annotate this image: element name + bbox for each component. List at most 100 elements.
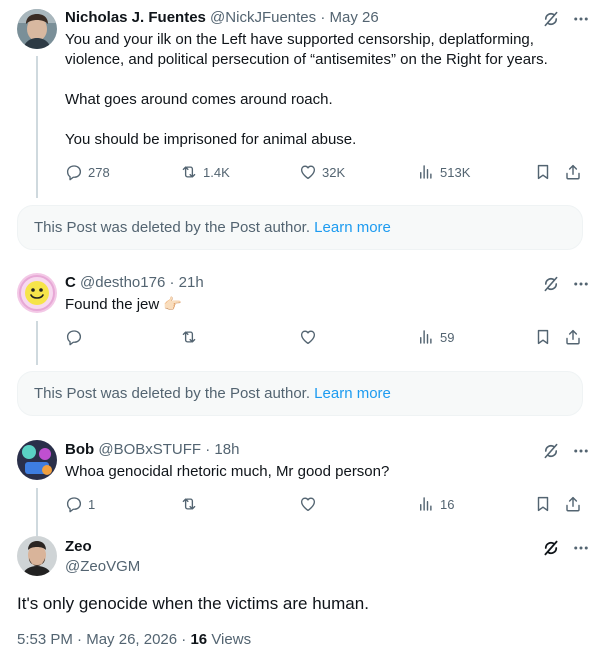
more-icon[interactable] [572,539,590,557]
user-handle[interactable]: @destho176 [80,274,165,291]
post-time[interactable]: 5:53 PM [17,631,73,648]
tweet-text: It's only genocide when the victims are … [17,594,369,613]
tweet-top-icons [542,10,590,28]
reply-tweet[interactable]: C @destho176 · 21h Found the jew 👉🏻 59 [0,273,604,365]
views-icon [417,163,435,181]
reply-count: 278 [88,164,110,180]
learn-more-link[interactable]: Learn more [314,385,391,402]
share-icon [564,495,582,513]
user-handle[interactable]: @ZeoVGM [65,557,140,577]
separator: · [205,441,211,458]
reply-icon [65,163,83,181]
views-count: 513K [440,164,471,180]
grok-icon[interactable] [542,275,560,293]
display-name[interactable]: Zeo [65,537,92,557]
repost-icon [180,495,198,513]
views-count: 59 [440,329,455,345]
repost-icon [180,163,198,181]
like-icon [299,495,317,513]
post-date[interactable]: May 26, 2026 [86,631,177,648]
repost-button[interactable] [180,495,203,513]
bookmark-icon [534,328,552,346]
views-icon [417,495,435,513]
action-bar: 278 1.4K 32K 513K [65,163,585,183]
bookmark-button[interactable] [534,328,552,346]
reply-button[interactable]: 278 [65,163,110,181]
tweet-header: Bob @BOBxSTUFF · 18h [65,440,239,460]
learn-more-link[interactable]: Learn more [314,219,391,236]
user-handle[interactable]: @BOBxSTUFF [98,441,201,458]
views-count: 16 [440,496,455,512]
tweet-top-icons [542,442,590,460]
deleted-post-notice: This Post was deleted by the Post author… [17,205,583,250]
like-count: 32K [322,164,346,180]
tweet-paragraph: You and your ilk on the Left have suppor… [65,31,548,68]
separator: · [320,9,326,26]
timestamp[interactable]: May 26 [329,9,378,26]
share-icon [564,163,582,181]
user-handle[interactable]: @NickJFuentes [210,9,316,26]
tweet-paragraph: Whoa genocidal rhetoric much, Mr good pe… [65,463,390,480]
grok-icon[interactable] [542,10,560,28]
share-button[interactable] [564,163,582,181]
reply-icon [65,328,83,346]
share-icon [564,328,582,346]
grok-icon[interactable] [542,539,560,557]
like-button[interactable] [299,495,322,513]
bookmark-button[interactable] [534,495,552,513]
reply-tweet[interactable]: Bob @BOBxSTUFF · 18h Whoa genocidal rhet… [0,440,604,536]
grok-icon[interactable] [542,442,560,460]
post-meta: 5:53 PM · May 26, 2026 · 16 Views [17,630,251,650]
reply-icon [65,495,83,513]
timestamp[interactable]: 18h [214,441,239,458]
like-button[interactable]: 32K [299,163,345,181]
bookmark-button[interactable] [534,163,552,181]
action-bar: 1 16 [65,495,585,515]
share-button[interactable] [564,495,582,513]
share-button[interactable] [564,328,582,346]
views-button[interactable]: 59 [417,328,454,346]
timestamp[interactable]: 21h [179,274,204,291]
display-name[interactable]: C [65,274,76,291]
like-icon [299,328,317,346]
repost-icon [180,328,198,346]
repost-count: 1.4K [203,164,230,180]
tweet-top-icons [542,539,590,557]
tweet-header: C @destho176 · 21h [65,273,204,293]
thread-line [36,56,38,198]
tweet-paragraph: Found the jew 👉🏻 [65,296,183,313]
repost-button[interactable]: 1.4K [180,163,230,181]
reply-tweet[interactable]: Nicholas J. Fuentes @NickJFuentes · May … [0,8,604,198]
views-button[interactable]: 513K [417,163,470,181]
tweet-text: Found the jew 👉🏻 [65,295,585,315]
tweet-header: Nicholas J. Fuentes @NickJFuentes · May … [65,8,379,28]
separator: · [181,631,187,648]
more-icon[interactable] [572,275,590,293]
deleted-notice-text: This Post was deleted by the Post author… [34,385,315,402]
avatar[interactable] [17,440,57,480]
thread-line [36,488,38,536]
deleted-post-notice: This Post was deleted by the Post author… [17,371,583,416]
display-name[interactable]: Nicholas J. Fuentes [65,9,206,26]
tweet-paragraph: What goes around comes around roach. [65,91,333,108]
more-icon[interactable] [572,442,590,460]
display-name[interactable]: Bob [65,441,94,458]
views-button[interactable]: 16 [417,495,454,513]
views-count: 16 [190,631,208,648]
tweet-top-icons [542,275,590,293]
reply-button[interactable] [65,328,88,346]
bookmark-icon [534,495,552,513]
more-icon[interactable] [572,10,590,28]
tweet-text: Whoa genocidal rhetoric much, Mr good pe… [65,462,585,482]
separator: · [169,274,175,291]
thread-line [36,321,38,365]
separator: · [77,631,83,648]
views-label: Views [211,631,252,648]
avatar[interactable] [17,9,57,49]
like-icon [299,163,317,181]
like-button[interactable] [299,328,322,346]
repost-button[interactable] [180,328,203,346]
reply-button[interactable]: 1 [65,495,95,513]
avatar[interactable] [17,273,57,313]
avatar[interactable] [17,536,57,576]
